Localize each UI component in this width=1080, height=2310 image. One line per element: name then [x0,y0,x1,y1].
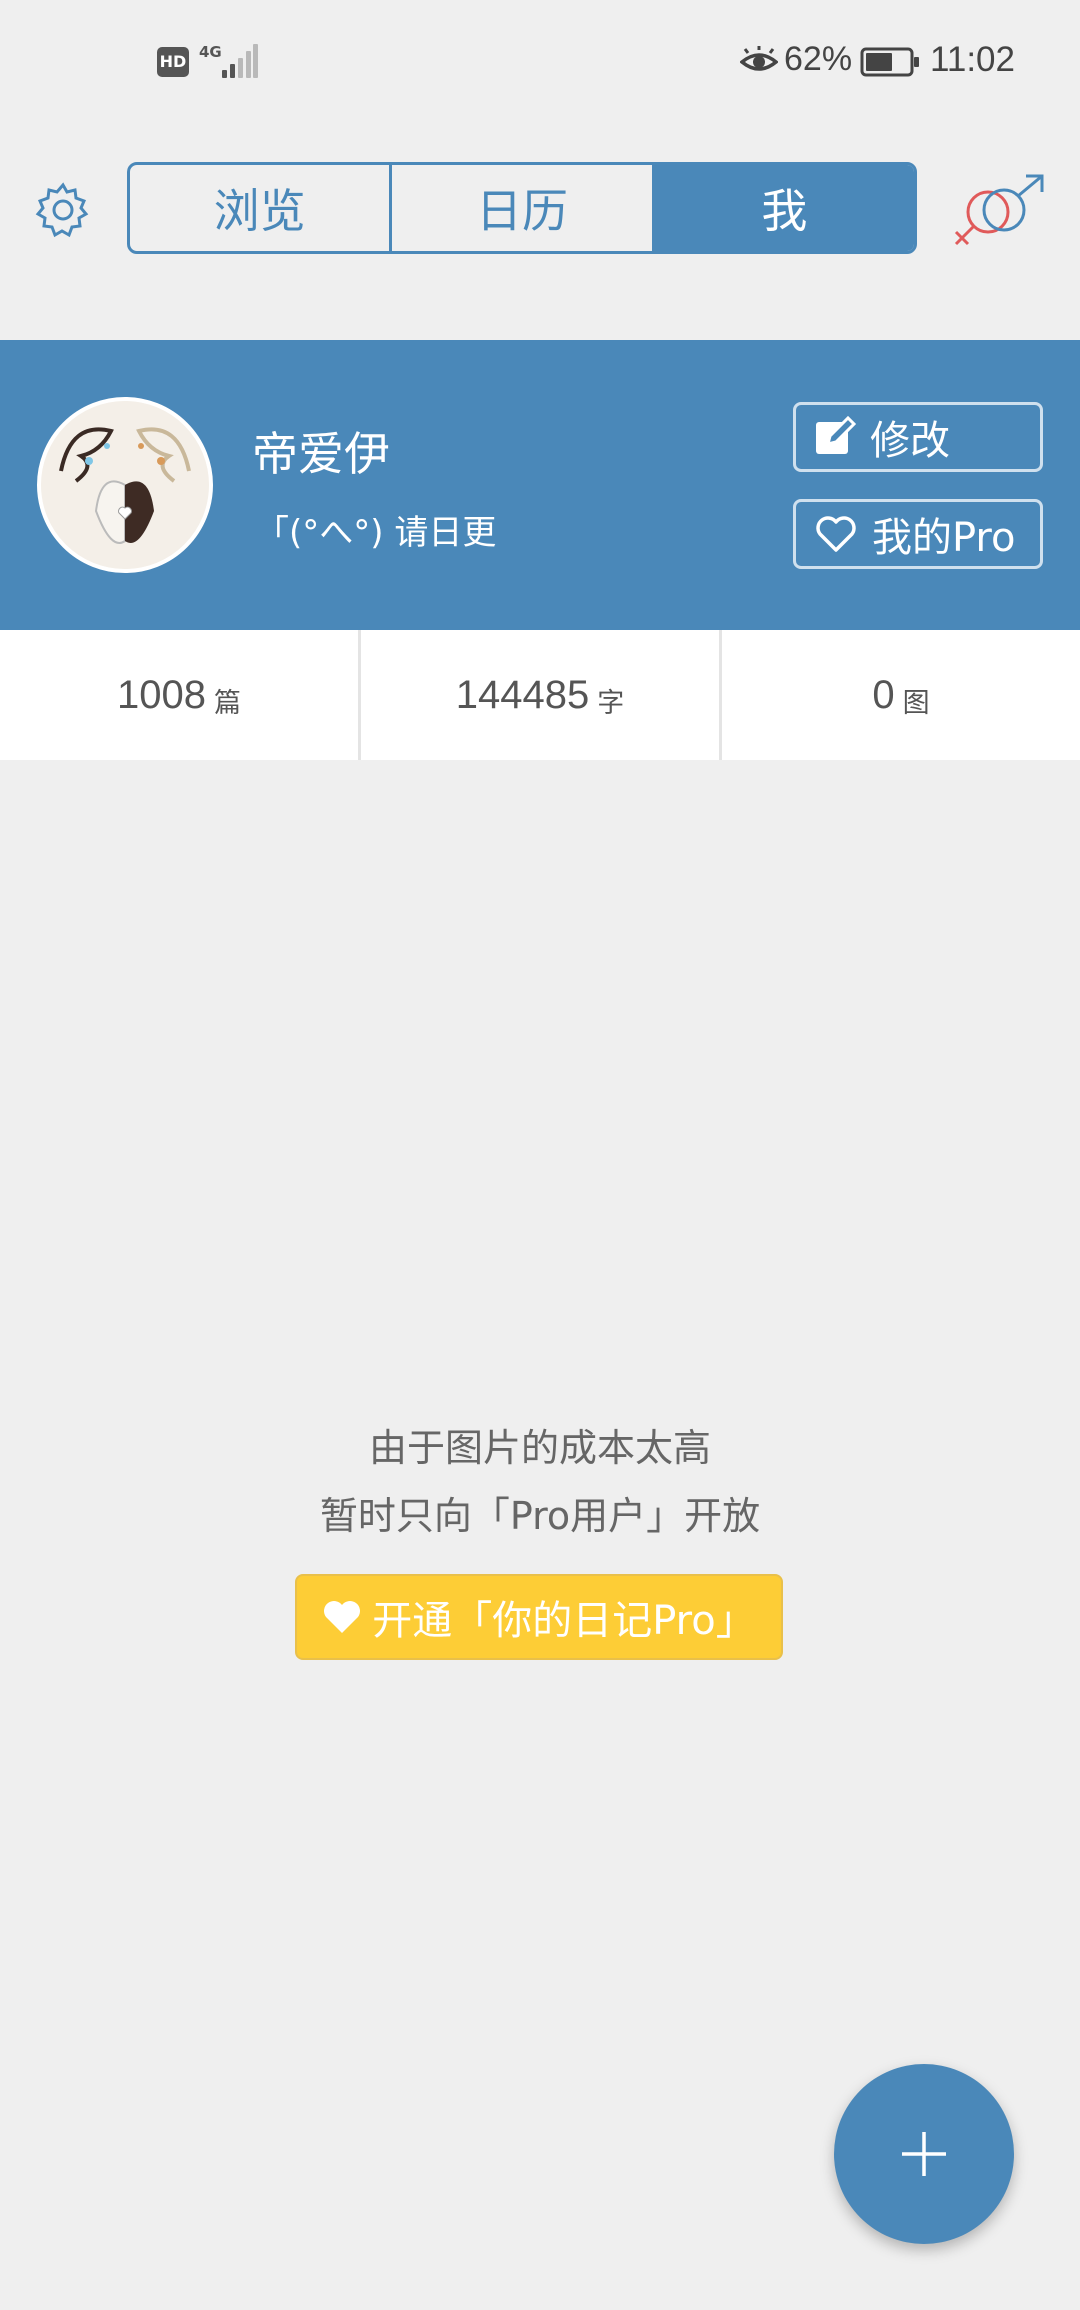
network-type: 4G [199,43,222,61]
plus-icon [902,2132,946,2176]
clock: 11:02 [930,40,1015,79]
stat-words[interactable]: 144485 字 [358,630,719,760]
stat-entries[interactable]: 1008 篇 [0,630,358,760]
notice-text: 暂时只向「Pro用户」开放 [319,1494,761,1538]
eye-comfort-icon [740,46,778,71]
edit-profile-button[interactable]: 修改 [793,402,1043,472]
avatar-image [41,401,209,569]
user-bio: 「(°へ°) 请日更 [255,513,497,553]
avatar[interactable] [37,397,213,573]
my-pro-button[interactable]: 我的Pro [793,499,1043,569]
notice-text: 由于图片的成本太高 [368,1426,711,1470]
my-pro-label: 我的Pro [872,515,1016,561]
stat-value: 144485 [455,672,590,717]
tab-browse[interactable]: 浏览 [130,165,389,251]
stat-value: 0 [872,672,895,717]
gender-symbol-icon[interactable] [950,172,1050,252]
tab-calendar[interactable]: 日历 [389,165,651,251]
signal-icon [222,44,258,78]
stat-unit: 篇 [213,687,241,719]
tab-bar: 浏览 日历 我 [127,162,917,254]
stat-unit: 字 [597,687,625,719]
battery-icon [860,47,919,77]
edit-label: 修改 [870,418,950,464]
stat-value: 1008 [117,672,206,717]
hd-badge: HD [157,47,189,77]
upgrade-pro-label: 开通「你的日记Pro」 [372,1598,756,1644]
username: 帝爱伊 [252,427,390,481]
heart-outline-icon [816,516,856,552]
battery-percent: 62% [784,40,853,78]
tab-me[interactable]: 我 [651,165,914,251]
profile-header: 帝爱伊 「(°へ°) 请日更 修改 我的Pro [0,340,1080,630]
upgrade-pro-button[interactable]: 开通「你的日记Pro」 [295,1574,783,1660]
stat-images[interactable]: 0 图 [719,630,1080,760]
stat-unit: 图 [902,687,930,719]
status-bar: HD 4G 62% 11:02 [0,0,1080,125]
gear-icon[interactable] [34,181,92,239]
heart-icon [324,1601,361,1633]
add-entry-button[interactable] [834,2064,1014,2244]
edit-icon [816,416,856,454]
stats-row: 1008 篇 144485 字 0 图 [0,630,1080,760]
